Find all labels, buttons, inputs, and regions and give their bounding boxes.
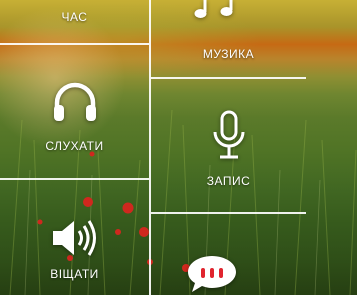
chat-bubble-icon	[186, 252, 238, 295]
tile-listen[interactable]: СЛУХАТИ	[0, 45, 149, 178]
home-screen: ЧАС МУЗИКА СЛУХАТИ ЗАПИС ВІЩАТИ	[0, 0, 357, 295]
tile-record[interactable]: ЗАПИС	[151, 79, 306, 212]
tile-clock[interactable]: ЧАС	[0, 0, 149, 43]
tile-music-label: МУЗИКА	[202, 47, 255, 61]
tile-broadcast-label: ВІЩАТИ	[50, 267, 99, 281]
tile-music[interactable]: МУЗИКА	[151, 0, 306, 77]
microphone-icon	[211, 110, 247, 162]
tile-chat[interactable]	[151, 214, 306, 295]
tile-record-label: ЗАПИС	[206, 174, 251, 188]
headphones-icon	[51, 81, 99, 123]
tile-broadcast[interactable]: ВІЩАТИ	[0, 180, 149, 295]
tile-listen-label: СЛУХАТИ	[45, 139, 104, 153]
tile-clock-label: ЧАС	[61, 10, 88, 24]
music-note-icon	[193, 0, 239, 22]
speaker-icon	[50, 218, 100, 258]
